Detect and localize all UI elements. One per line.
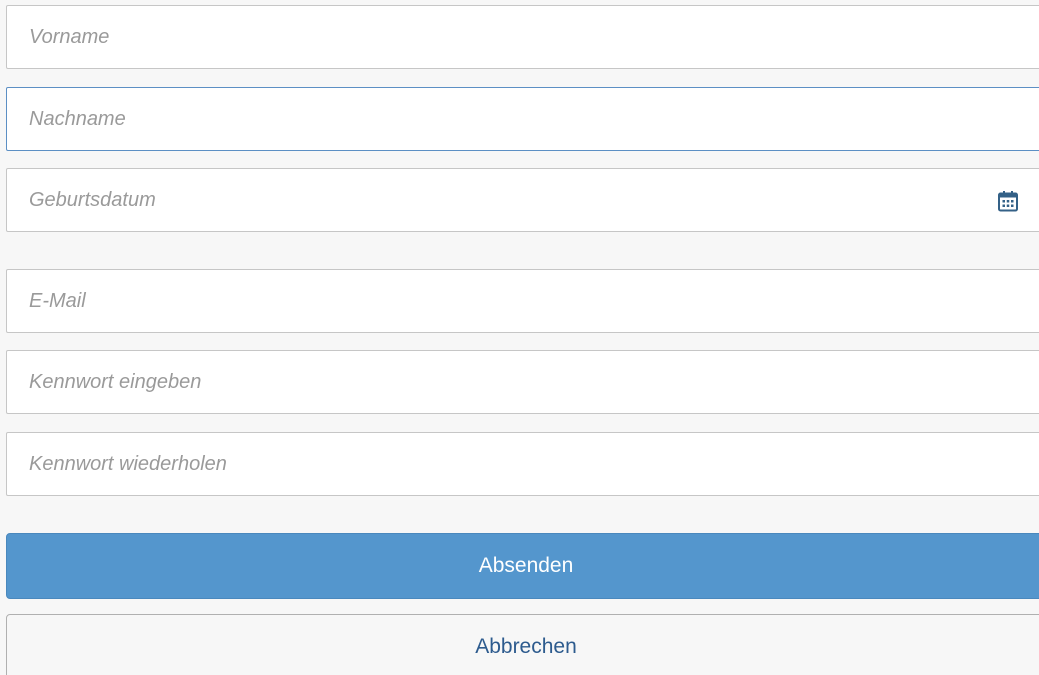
firstname-input[interactable] xyxy=(29,6,1039,68)
lastname-field[interactable] xyxy=(6,87,1039,151)
cancel-button[interactable]: Abbrechen xyxy=(6,614,1039,675)
password-repeat-input[interactable] xyxy=(29,433,1039,495)
submit-button[interactable]: Absenden xyxy=(6,533,1039,599)
password-repeat-field[interactable] xyxy=(6,432,1039,496)
email-field[interactable] xyxy=(6,269,1039,333)
birthdate-input[interactable] xyxy=(29,169,975,231)
password-field[interactable] xyxy=(6,350,1039,414)
calendar-icon[interactable] xyxy=(997,190,1019,212)
lastname-input[interactable] xyxy=(29,88,1039,150)
birthdate-field[interactable] xyxy=(6,168,1039,232)
email-input[interactable] xyxy=(29,270,1039,332)
firstname-field[interactable] xyxy=(6,5,1039,69)
password-input[interactable] xyxy=(29,351,1039,413)
registration-form: Absenden Abbrechen xyxy=(0,0,1039,675)
